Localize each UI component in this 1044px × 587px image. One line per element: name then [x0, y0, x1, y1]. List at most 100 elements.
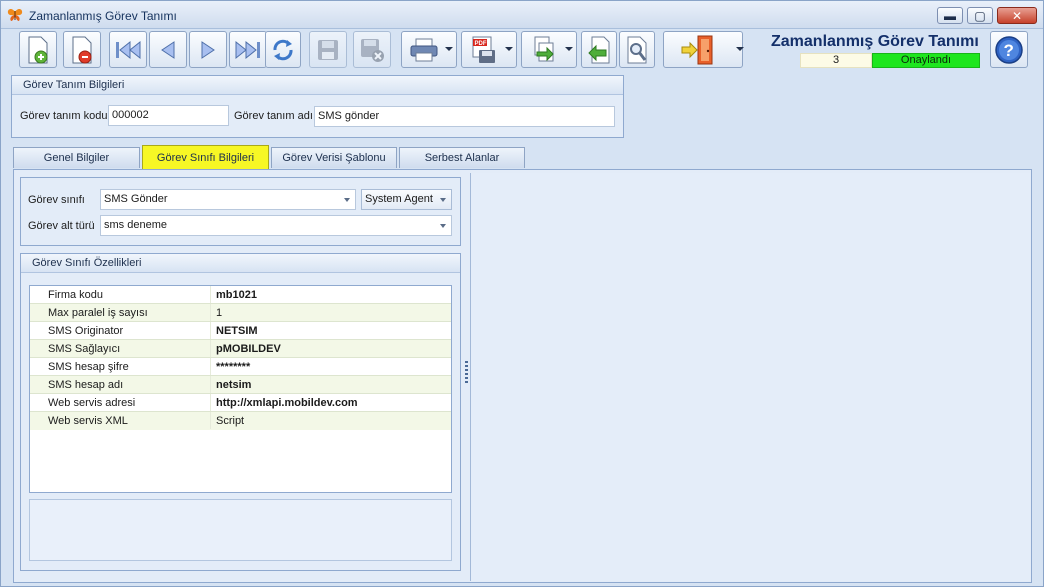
property-name: SMS Sağlayıcı [48, 343, 121, 355]
property-name: Web servis XML [48, 415, 128, 427]
agent-select[interactable]: System Agent [361, 189, 452, 210]
maximize-icon: ▢ [974, 8, 986, 23]
property-name: Web servis adresi [48, 397, 136, 409]
tab-free-fields[interactable]: Serbest Alanlar [399, 147, 525, 168]
task-subtype-select[interactable]: sms deneme [100, 215, 452, 236]
export-button[interactable] [521, 31, 577, 68]
task-name-label: Görev tanım adı [234, 110, 313, 122]
help-button[interactable]: ? [990, 31, 1028, 68]
chevron-down-icon [344, 198, 350, 202]
task-code-input[interactable]: 000002 [108, 105, 229, 126]
pdf-export-button[interactable]: PDF [461, 31, 517, 68]
refresh-button[interactable] [265, 31, 301, 68]
import-button[interactable] [581, 31, 617, 68]
property-value[interactable]: Script [216, 415, 244, 427]
property-value[interactable]: netsim [216, 379, 251, 391]
task-class-label: Görev sınıfı [28, 194, 85, 206]
print-dropdown-arrow[interactable] [445, 47, 453, 51]
window-title: Zamanlanmış Görev Tanımı [29, 9, 177, 23]
property-value[interactable]: NETSIM [216, 325, 258, 337]
right-pane [470, 173, 1030, 581]
task-subtype-value: sms deneme [104, 219, 167, 231]
form-header-title: Zamanlanmış Görev Tanımı [771, 33, 979, 50]
table-row[interactable]: Web servis XML Script [30, 412, 451, 430]
properties-grid-empty-area [29, 430, 452, 493]
table-row[interactable]: Firma kodu mb1021 [30, 286, 451, 304]
property-value[interactable]: http://xmlapi.mobildev.com [216, 397, 358, 409]
tab-task-data-template[interactable]: Görev Verisi Şablonu [271, 147, 397, 168]
property-name: Firma kodu [48, 289, 104, 301]
svg-text:?: ? [1004, 41, 1014, 60]
minimize-icon: ▬ [944, 8, 956, 23]
search-tool-icon [627, 36, 647, 63]
exit-dropdown-arrow[interactable] [736, 47, 744, 51]
property-value[interactable]: pMOBILDEV [216, 343, 281, 355]
exit-button[interactable] [663, 31, 744, 68]
save-close-icon [361, 38, 384, 62]
save-close-button[interactable] [353, 31, 391, 68]
save-button[interactable] [309, 31, 347, 68]
column-divider [210, 286, 211, 303]
export-icon [534, 36, 554, 61]
property-name: SMS Originator [48, 325, 124, 337]
record-number: 3 [800, 53, 872, 68]
next-record-button[interactable] [189, 31, 227, 68]
print-icon [410, 38, 438, 61]
table-row[interactable]: SMS hesap adı netsim [30, 376, 451, 394]
table-row[interactable]: SMS Originator NETSIM [30, 322, 451, 340]
tab-task-class-info[interactable]: Görev Sınıfı Bilgileri [142, 145, 269, 169]
chevron-down-icon [440, 198, 446, 202]
main-window: Zamanlanmış Görev Tanımı ▬ ▢ ✕ PDF Zaman… [0, 0, 1044, 587]
property-value[interactable]: mb1021 [216, 289, 257, 301]
splitter-handle[interactable] [465, 361, 468, 385]
property-name: SMS hesap adı [48, 379, 124, 391]
task-subtype-label: Görev alt türü [28, 220, 95, 232]
help-icon: ? [995, 36, 1023, 64]
task-name-input[interactable]: SMS gönder [314, 106, 615, 127]
close-icon: ✕ [1011, 8, 1023, 23]
previous-record-icon [161, 40, 175, 59]
table-row[interactable]: SMS Sağlayıcı pMOBILDEV [30, 340, 451, 358]
butterfly-icon [7, 9, 23, 21]
property-value[interactable]: 1 [216, 307, 222, 319]
column-divider [210, 412, 211, 429]
task-class-select[interactable]: SMS Gönder [100, 189, 356, 210]
column-divider [210, 376, 211, 393]
column-divider [210, 304, 211, 321]
property-name: Max paralel iş sayısı [48, 307, 148, 319]
task-class-value: SMS Gönder [104, 193, 168, 205]
pdf-dropdown-arrow[interactable] [505, 47, 513, 51]
next-record-icon [201, 40, 215, 59]
property-description-box [29, 499, 452, 561]
title-bar: Zamanlanmış Görev Tanımı ▬ ▢ ✕ [1, 1, 1043, 29]
import-icon [588, 36, 610, 63]
first-record-button[interactable] [109, 31, 147, 68]
delete-record-button[interactable] [63, 31, 101, 68]
table-row[interactable]: Max paralel iş sayısı 1 [30, 304, 451, 322]
table-row[interactable]: Web servis adresi http://xmlapi.mobildev… [30, 394, 451, 412]
svg-text:PDF: PDF [475, 41, 487, 47]
new-record-button[interactable] [19, 31, 57, 68]
column-divider [210, 394, 211, 411]
properties-group-title: Görev Sınıfı Özellikleri [21, 254, 460, 273]
delete-record-icon [72, 36, 92, 63]
previous-record-button[interactable] [149, 31, 187, 68]
column-divider [210, 358, 211, 375]
print-button[interactable] [401, 31, 457, 68]
column-divider [210, 340, 211, 357]
minimize-button[interactable]: ▬ [937, 7, 963, 24]
first-record-icon [116, 40, 141, 59]
last-record-button[interactable] [229, 31, 267, 68]
tab-general-info[interactable]: Genel Bilgiler [13, 147, 140, 168]
export-dropdown-arrow[interactable] [565, 47, 573, 51]
search-tool-button[interactable] [619, 31, 655, 68]
table-row[interactable]: SMS hesap şifre ******** [30, 358, 451, 376]
exit-door-icon [681, 35, 713, 64]
new-record-icon [28, 36, 48, 63]
close-button[interactable]: ✕ [997, 7, 1037, 24]
properties-grid: Firma kodu mb1021 Max paralel iş sayısı … [29, 285, 452, 430]
task-info-group-title: Görev Tanım Bilgileri [12, 76, 623, 95]
maximize-button[interactable]: ▢ [967, 7, 993, 24]
pdf-export-icon: PDF [472, 36, 495, 63]
property-value[interactable]: ******** [216, 361, 250, 373]
